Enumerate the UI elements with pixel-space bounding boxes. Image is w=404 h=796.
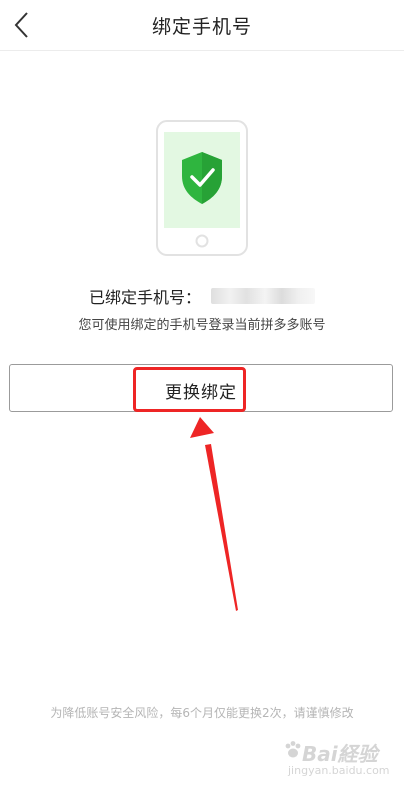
phone-shield-check-icon [156,120,248,256]
masked-phone-number [211,288,315,304]
nav-bar: 绑定手机号 [0,0,404,51]
bound-phone-row: 已绑定手机号： [0,284,404,307]
bound-phone-hint: 您可使用绑定的手机号登录当前拼多多账号 [78,318,326,333]
watermark-url: jingyan.baidu.com [288,764,390,777]
watermark-logo: Bai経验 jingyan.baidu.com [284,738,394,782]
paw-icon [285,741,301,758]
change-binding-label: 更换绑定 [165,383,237,403]
page-title: 绑定手机号 [151,16,252,38]
footer-note: 为降低账号安全风险，每6个月仅能更换2次，请谨慎修改 [50,706,354,720]
bound-phone-label: 已绑定手机号： [88,288,201,307]
change-binding-button[interactable]: 更换绑定 [9,364,393,412]
watermark-brand: Bai経验 [302,742,378,766]
